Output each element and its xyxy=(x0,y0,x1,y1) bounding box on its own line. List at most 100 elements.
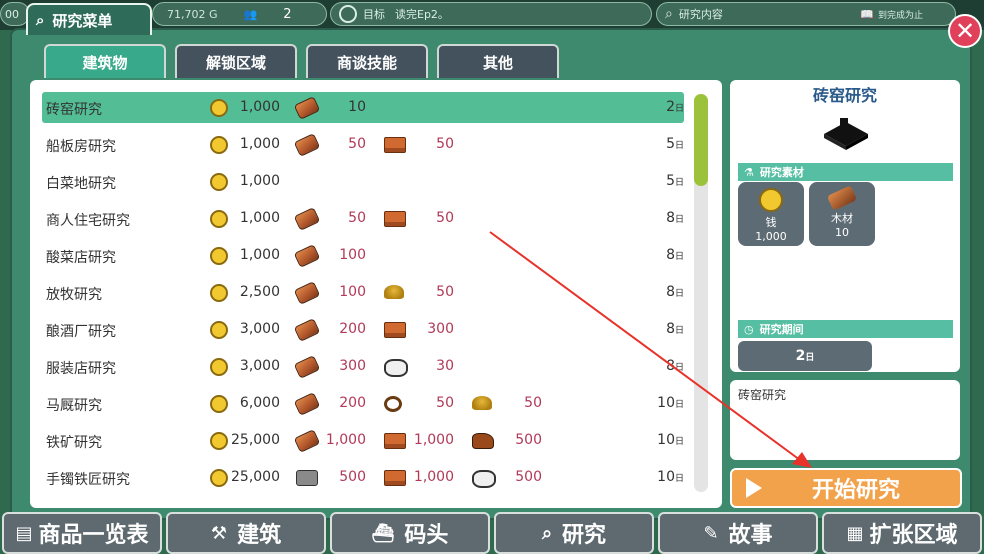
nav-research[interactable]: ⌕ 研究 xyxy=(494,512,654,554)
wood-icon xyxy=(293,429,321,453)
research-row[interactable]: 铁矿研究 25,000 1,000 1,000 500 10日 xyxy=(42,425,684,456)
material-qty: 500 xyxy=(515,432,542,448)
day-unit: 日 xyxy=(674,252,684,262)
research-row[interactable]: 服装店研究 3,000 300 30 8日 xyxy=(42,351,684,382)
close-button[interactable]: ✕ xyxy=(948,14,982,48)
panel-title-text: 研究菜单 xyxy=(52,11,113,30)
research-row[interactable]: 商人住宅研究 1,000 50 50 8日 xyxy=(42,203,684,234)
sheep-icon xyxy=(384,359,408,377)
material-qty: 200 xyxy=(339,321,366,337)
clock-icon: ◷ xyxy=(744,322,754,336)
search-icon: ⌕ xyxy=(36,11,45,29)
start-research-button[interactable]: 开始研究 xyxy=(730,468,962,508)
days-value: 5 xyxy=(666,136,675,152)
scrollbar-thumb[interactable] xyxy=(694,94,708,186)
nav-build[interactable]: ⚒ 建筑 xyxy=(166,512,326,554)
wood-icon xyxy=(826,185,858,211)
research-days: 8日 xyxy=(644,247,684,263)
material-qty: 50 xyxy=(436,284,454,300)
research-days: 10日 xyxy=(644,469,684,485)
research-days: 8日 xyxy=(644,284,684,300)
wood-icon xyxy=(293,392,321,416)
research-row[interactable]: 白菜地研究 1,000 5日 xyxy=(42,166,684,197)
tab-negotiation-skills[interactable]: 商谈技能 xyxy=(306,44,428,78)
research-name: 服装店研究 xyxy=(46,361,116,377)
research-name: 酿酒厂研究 xyxy=(46,324,116,340)
days-value: 10 xyxy=(657,395,675,411)
tab-buildings[interactable]: 建筑物 xyxy=(44,44,166,78)
research-name: 商人住宅研究 xyxy=(46,213,130,229)
money-cost: 25,000 xyxy=(231,432,280,448)
research-row[interactable]: 酿酒厂研究 3,000 200 300 8日 xyxy=(42,314,684,345)
material-qty: 100 xyxy=(339,284,366,300)
money-cost: 1,000 xyxy=(239,210,280,226)
day-unit: 日 xyxy=(674,178,684,188)
population-text: 2 xyxy=(283,6,292,22)
research-row[interactable]: 砖窑研究 1,000 10 2日 xyxy=(42,92,684,123)
period-value: 2日 xyxy=(738,341,872,371)
money-population-bar: 71,702 G 👥 2 xyxy=(152,2,327,26)
period-days: 2 xyxy=(795,348,806,364)
material-qty: 300 xyxy=(339,358,366,374)
research-row[interactable]: 酸菜店研究 1,000 100 8日 xyxy=(42,240,684,271)
nav-story[interactable]: ✎ 故事 xyxy=(658,512,818,554)
nav-label: 商品一览表 xyxy=(38,523,149,548)
book-icon: 📖 xyxy=(860,7,874,21)
day-unit: 日 xyxy=(674,363,684,373)
description-text: 砖窑研究 xyxy=(738,388,787,402)
brick-icon xyxy=(384,470,406,486)
money-cost: 3,000 xyxy=(239,358,280,374)
map-icon: ▦ xyxy=(846,522,864,544)
material-qty: 1,000 xyxy=(325,432,366,448)
days-value: 8 xyxy=(666,358,675,374)
material-qty: 50 xyxy=(348,210,366,226)
research-list: 砖窑研究 1,000 10 2日 船板房研究 1,000 50 50 5日 白菜地研究 1,000 5… xyxy=(30,80,722,508)
research-name: 船板房研究 xyxy=(46,139,116,155)
research-search-bar[interactable]: ⌕ 研究内容 📖 到完成为止 xyxy=(656,2,956,26)
wood-icon xyxy=(293,318,321,342)
population-icon: 👥 xyxy=(243,7,258,21)
research-row[interactable]: 放牧研究 2,500 100 50 8日 xyxy=(42,277,684,308)
stone-icon xyxy=(296,470,318,486)
nav-label: 码头 xyxy=(404,523,449,548)
goal-bar[interactable]: 目标 读完Ep2。 xyxy=(330,2,652,26)
money-cost: 6,000 xyxy=(239,395,280,411)
research-name: 手镯铁匠研究 xyxy=(46,472,130,488)
detail-title: 砖窑研究 xyxy=(812,86,877,105)
wheat-icon xyxy=(384,285,404,299)
left-indicator-text: 00 xyxy=(5,7,19,21)
material-qty: 1,000 xyxy=(755,230,787,243)
tab-label: 解锁区域 xyxy=(205,53,266,72)
tab-other[interactable]: 其他 xyxy=(437,44,559,78)
nav-label: 扩张区域 xyxy=(869,523,958,548)
research-row[interactable]: 马厩研究 6,000 200 50 50 10日 xyxy=(42,388,684,419)
flask-icon: ⚗ xyxy=(744,165,754,179)
research-days: 8日 xyxy=(644,210,684,226)
money-cost: 1,000 xyxy=(239,99,280,115)
material-qty: 200 xyxy=(339,395,366,411)
brick-icon xyxy=(384,211,406,227)
nav-expand-area[interactable]: ▦ 扩张区域 xyxy=(822,512,982,554)
day-unit: 日 xyxy=(674,141,684,151)
nav-product-list[interactable]: ▤ 商品一览表 xyxy=(2,512,162,554)
days-value: 8 xyxy=(666,210,675,226)
ship-icon: ⛴ xyxy=(371,522,395,544)
days-value: 5 xyxy=(666,173,675,189)
period-day-unit: 日 xyxy=(805,352,815,363)
period-header: ◷ 研究期间 xyxy=(738,320,953,338)
material-qty: 1,000 xyxy=(413,432,454,448)
nav-dock[interactable]: ⛴ 码头 xyxy=(330,512,490,554)
material-qty: 300 xyxy=(427,321,454,337)
wood-icon xyxy=(293,281,321,305)
research-row[interactable]: 手镯铁匠研究 25,000 500 1,000 500 10日 xyxy=(42,462,684,493)
tab-label: 其他 xyxy=(482,53,513,72)
nav-label: 故事 xyxy=(728,523,773,548)
material-card-money: 钱 1,000 xyxy=(738,182,804,246)
research-row[interactable]: 船板房研究 1,000 50 50 5日 xyxy=(42,129,684,160)
money-text: 71,702 G xyxy=(167,7,218,21)
tab-unlock-area[interactable]: 解锁区域 xyxy=(175,44,297,78)
search-icon: ⌕ xyxy=(665,6,673,22)
money-cost: 1,000 xyxy=(239,173,280,189)
tab-label: 建筑物 xyxy=(82,53,128,72)
days-value: 2 xyxy=(666,99,675,115)
